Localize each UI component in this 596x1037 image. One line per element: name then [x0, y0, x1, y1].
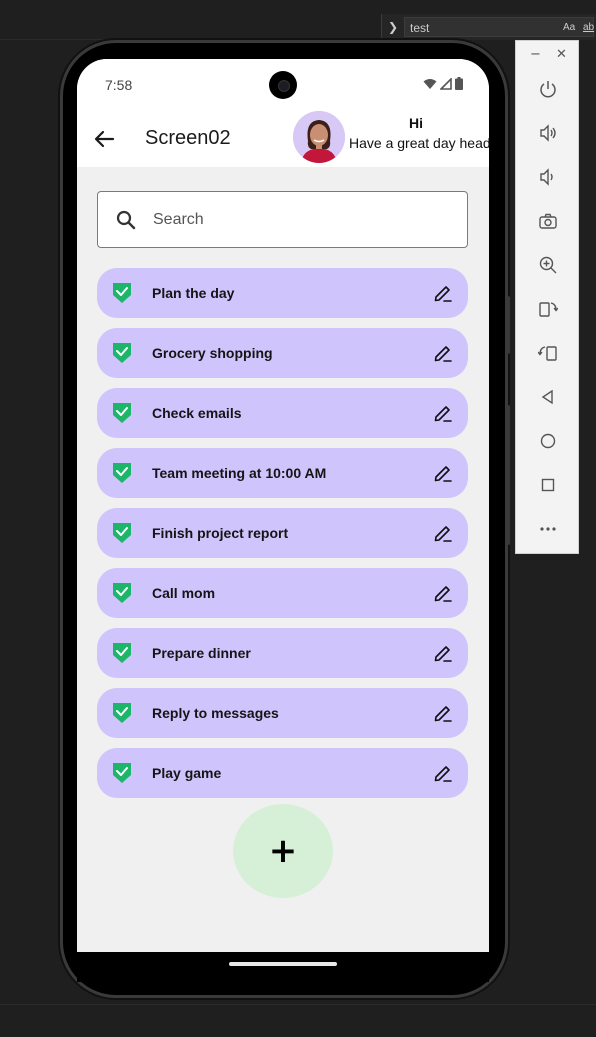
search-field[interactable]: [97, 191, 468, 248]
overview-icon: [541, 478, 555, 492]
arrow-back-icon: [94, 130, 115, 148]
shield-check-icon[interactable]: [113, 763, 131, 783]
back-button[interactable]: [91, 125, 119, 153]
match-word-toggle[interactable]: ab: [583, 22, 594, 33]
wifi-icon: [423, 78, 437, 89]
task-item[interactable]: Play game: [97, 748, 468, 798]
task-label: Team meeting at 10:00 AM: [152, 465, 327, 481]
zoom-icon: [539, 256, 557, 274]
ide-bottom-bar: [0, 1004, 596, 1037]
nav-overview-button[interactable]: [536, 473, 560, 497]
status-icons: [423, 77, 463, 90]
edit-pencil-icon[interactable]: [433, 583, 453, 603]
page-title: Screen02: [145, 127, 231, 149]
task-item[interactable]: Plan the day: [97, 268, 468, 318]
task-list: Plan the day Grocery shopping Check emails…: [97, 268, 468, 808]
task-item[interactable]: Team meeting at 10:00 AM: [97, 448, 468, 498]
back-icon: [541, 389, 553, 405]
volume-up-icon: [540, 124, 556, 142]
rotate-right-button[interactable]: [536, 341, 560, 365]
nav-home-button[interactable]: [536, 429, 560, 453]
nav-back-button[interactable]: [536, 385, 560, 409]
task-item[interactable]: Finish project report: [97, 508, 468, 558]
home-icon: [540, 433, 556, 449]
camera-icon: [539, 213, 557, 229]
add-task-button[interactable]: +: [233, 804, 333, 898]
rotate-left-button[interactable]: [536, 297, 560, 321]
find-widget: ❯ test Aa ab: [381, 14, 596, 40]
search-icon: [116, 210, 136, 230]
task-label: Reply to messages: [152, 705, 279, 721]
system-nav-bar: [77, 952, 489, 982]
edit-pencil-icon[interactable]: [433, 403, 453, 423]
edit-pencil-icon[interactable]: [433, 703, 453, 723]
shield-check-icon[interactable]: [113, 523, 131, 543]
volume-down-button[interactable]: [536, 165, 560, 189]
minimize-button[interactable]: −: [530, 47, 541, 62]
task-item[interactable]: Reply to messages: [97, 688, 468, 738]
task-label: Check emails: [152, 405, 242, 421]
volume-up-button[interactable]: [536, 121, 560, 145]
task-item[interactable]: Grocery shopping: [97, 328, 468, 378]
shield-check-icon[interactable]: [113, 583, 131, 603]
task-label: Prepare dinner: [152, 645, 251, 661]
greeting-title: Hi: [409, 115, 423, 131]
close-button[interactable]: ✕: [556, 47, 567, 62]
status-time: 7:58: [105, 77, 133, 93]
task-label: Call mom: [152, 585, 216, 601]
shield-check-icon[interactable]: [113, 283, 131, 303]
phone-volume-button: [506, 405, 510, 545]
task-label: Finish project report: [152, 525, 289, 541]
phone-side-button: [506, 296, 510, 354]
edit-pencil-icon[interactable]: [433, 283, 453, 303]
status-bar: 7:58: [77, 59, 489, 111]
find-input[interactable]: test Aa ab: [404, 17, 594, 37]
edit-pencil-icon[interactable]: [433, 763, 453, 783]
screenshot-button[interactable]: [536, 209, 560, 233]
match-case-toggle[interactable]: Aa: [563, 22, 575, 33]
front-camera: [269, 71, 297, 99]
task-item[interactable]: Check emails: [97, 388, 468, 438]
find-input-value: test: [410, 21, 430, 35]
rotate-left-icon: [539, 302, 558, 317]
ide-top-bar: ❯ test Aa ab: [0, 0, 596, 40]
shield-check-icon[interactable]: [113, 643, 131, 663]
app-bar: Screen02 Hi Have a great day head: [77, 111, 489, 167]
chevron-right-icon[interactable]: ❯: [388, 20, 398, 34]
power-button[interactable]: [536, 77, 560, 101]
edit-pencil-icon[interactable]: [433, 463, 453, 483]
shield-check-icon[interactable]: [113, 403, 131, 423]
task-label: Plan the day: [152, 285, 235, 301]
emulator-toolbar: − ✕: [515, 40, 579, 554]
more-button[interactable]: [536, 517, 560, 541]
user-avatar-image: [293, 111, 345, 163]
edit-pencil-icon[interactable]: [433, 343, 453, 363]
shield-check-icon[interactable]: [113, 703, 131, 723]
edit-pencil-icon[interactable]: [433, 523, 453, 543]
zoom-button[interactable]: [536, 253, 560, 277]
greeting-subtitle: Have a great day head: [349, 135, 489, 151]
volume-down-icon: [540, 168, 553, 186]
task-label: Play game: [152, 765, 222, 781]
shield-check-icon[interactable]: [113, 463, 131, 483]
rotate-right-icon: [538, 346, 557, 361]
shield-check-icon[interactable]: [113, 343, 131, 363]
home-gesture-pill[interactable]: [229, 962, 337, 966]
edit-pencil-icon[interactable]: [433, 643, 453, 663]
task-label: Grocery shopping: [152, 345, 273, 361]
avatar[interactable]: [293, 111, 345, 163]
more-icon: [540, 527, 556, 531]
power-icon: [540, 81, 556, 98]
task-item[interactable]: Call mom: [97, 568, 468, 618]
search-input[interactable]: [153, 208, 443, 232]
task-item[interactable]: Prepare dinner: [97, 628, 468, 678]
battery-icon: [455, 77, 463, 90]
signal-icon: [440, 77, 452, 90]
phone-screen: 7:58 Screen02 Hi Have a great day head S…: [77, 59, 489, 952]
